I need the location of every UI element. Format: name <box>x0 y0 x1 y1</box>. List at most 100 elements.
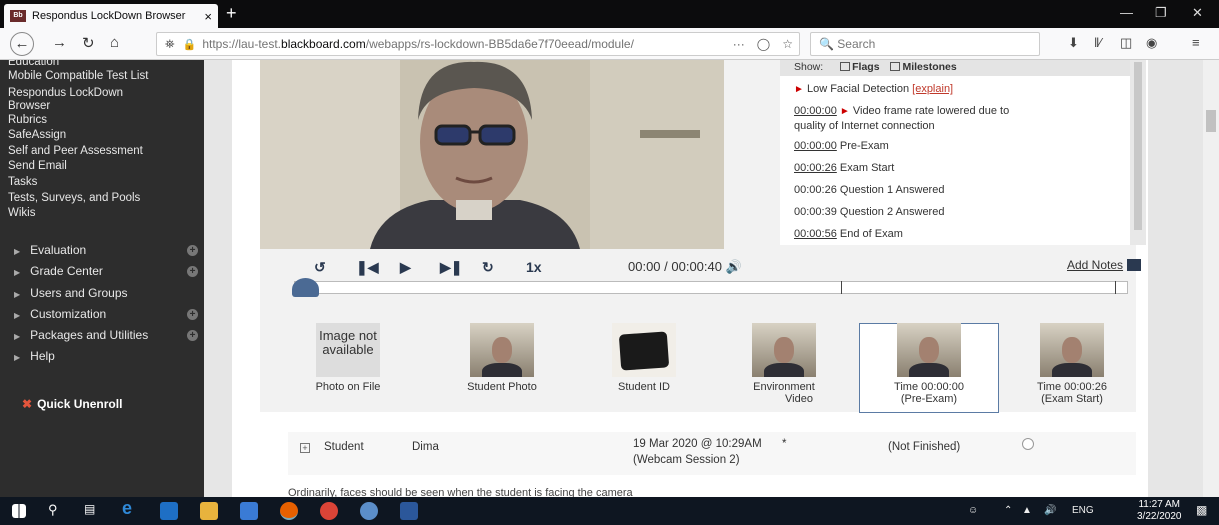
url-text: https://lau-test.blackboard.com/webapps/… <box>202 37 634 51</box>
tray-expand-icon[interactable]: ⌃ <box>1004 505 1012 516</box>
chrome-icon[interactable] <box>320 502 338 520</box>
reload-icon[interactable]: ↻ <box>82 34 95 52</box>
browser-tab-bar: Bb Respondus LockDown Browser × + — ❐ ✕ <box>0 0 1219 28</box>
thumbnail-student-photo[interactable]: Student Photo <box>442 323 562 415</box>
volume-icon[interactable]: 🔊 <box>726 259 742 274</box>
account-icon[interactable]: ◉ <box>1146 35 1157 51</box>
event-time-link[interactable]: 00:00:26 <box>794 162 837 174</box>
sidebar-section-users-groups[interactable]: ▶ Users and Groups <box>0 283 204 303</box>
pre-exam-image <box>897 323 961 377</box>
sidebar-section-packages[interactable]: ▶ Packages and Utilities + <box>0 325 204 345</box>
menu-hamburger-icon[interactable]: ≡ <box>1192 35 1200 50</box>
notifications-icon[interactable]: ▩ <box>1196 503 1207 517</box>
file-explorer-icon[interactable] <box>200 502 218 520</box>
page-actions-icon[interactable]: ··· <box>733 37 745 51</box>
page-scrollbar-thumb[interactable] <box>1206 110 1216 132</box>
add-icon[interactable]: + <box>187 330 198 341</box>
flags-scrollbar-thumb[interactable] <box>1134 62 1142 230</box>
lock-icon[interactable]: 🔒 <box>183 38 197 51</box>
windows-start-icon[interactable] <box>12 504 26 518</box>
thumbnail-label: Photo on File <box>315 381 381 393</box>
sidebar-link-tests-pools[interactable]: Tests, Surveys, and Pools <box>0 191 204 207</box>
sidebar-link-safeassign[interactable]: SafeAssign <box>0 128 204 144</box>
taskbar-clock[interactable]: 11:27 AM 3/22/2020 <box>1137 499 1182 523</box>
expand-arrow-icon: ▶ <box>14 290 21 299</box>
thumbnail-student-id[interactable]: Student ID <box>584 323 704 415</box>
thumbnail-exam-start[interactable]: Time 00:00:26 (Exam Start) <box>1012 323 1132 415</box>
sidebar-section-customization[interactable]: ▶ Customization + <box>0 304 204 324</box>
word-icon[interactable] <box>400 502 418 520</box>
back-arrow-icon[interactable]: ← <box>10 32 34 56</box>
sidebar-toggle-icon[interactable]: ◫ <box>1120 35 1132 51</box>
restore-button[interactable]: ❐ <box>1155 5 1167 21</box>
thumbnail-photo-on-file[interactable]: Image not available Photo on File <box>288 323 408 415</box>
thumbnail-environment-video[interactable]: Environment Video <box>724 323 844 415</box>
select-radio[interactable] <box>1022 438 1034 450</box>
sidebar-section-grade-center[interactable]: ▶ Grade Center + <box>0 261 204 281</box>
people-icon[interactable]: ☺ <box>968 505 978 516</box>
sidebar-link-tasks[interactable]: Tasks <box>0 175 204 191</box>
sidebar-link-send-email[interactable]: Send Email <box>0 159 204 175</box>
edge-icon[interactable]: e <box>122 498 140 518</box>
browser-tab[interactable]: Bb Respondus LockDown Browser × <box>4 4 218 28</box>
add-icon[interactable]: + <box>187 309 198 320</box>
shield-icon[interactable]: ⛯ <box>165 37 175 52</box>
playback-speed-button[interactable]: 1x <box>526 259 542 275</box>
close-window-button[interactable]: ✕ <box>1192 5 1203 21</box>
minimize-button[interactable]: — <box>1120 5 1133 20</box>
flags-scrollbar[interactable] <box>1130 60 1146 245</box>
sidebar-link-lockdown[interactable]: Respondus LockDown <box>0 87 204 100</box>
new-tab-button[interactable]: + <box>226 3 237 24</box>
add-notes-link[interactable]: Add Notes <box>1067 258 1142 272</box>
sidebar-link-mobile-tests[interactable]: Mobile Compatible Test List <box>0 69 204 85</box>
sidebar-link-lockdown-browser[interactable]: Browser <box>0 100 204 113</box>
tab-close-icon[interactable]: × <box>204 9 212 24</box>
skip-end-icon[interactable]: ▶❚ <box>440 259 463 276</box>
language-indicator[interactable]: ENG <box>1072 505 1094 516</box>
app-icon[interactable] <box>240 502 258 520</box>
timeline-track[interactable] <box>294 281 1128 294</box>
forward-arrow-icon[interactable]: → <box>52 34 67 51</box>
search-input[interactable]: 🔍 Search <box>810 32 1040 56</box>
pocket-icon[interactable]: ◯ <box>757 37 770 51</box>
webcam-video[interactable] <box>260 60 724 249</box>
home-icon[interactable]: ⌂ <box>110 34 119 51</box>
event-time-link[interactable]: 00:00:56 <box>794 228 837 240</box>
outlook-icon[interactable] <box>160 502 178 520</box>
task-view-icon[interactable]: ▤ <box>84 502 102 520</box>
event-time-link[interactable]: 00:00:00 <box>794 105 837 117</box>
sidebar-section-help[interactable]: ▶ Help <box>0 346 204 366</box>
event-time-link[interactable]: 00:00:00 <box>794 140 837 152</box>
quick-unenroll-link[interactable]: ✖ Quick Unenroll <box>22 397 122 411</box>
sidebar-section-evaluation[interactable]: ▶ Evaluation + <box>0 240 204 260</box>
search-icon[interactable]: ⚲ <box>48 502 66 520</box>
bookmark-star-icon[interactable]: ☆ <box>782 37 793 51</box>
add-icon[interactable]: + <box>187 245 198 256</box>
sidebar-link-education[interactable]: Education <box>0 60 204 69</box>
timeline-handle[interactable] <box>292 278 319 297</box>
forward-icon[interactable]: ↻ <box>482 259 494 276</box>
event-time: 00:00:39 <box>794 206 837 218</box>
milestones-checkbox[interactable] <box>890 62 901 71</box>
flags-label: Flags <box>852 61 880 73</box>
add-icon[interactable]: + <box>187 266 198 277</box>
sidebar-link-peer-assessment[interactable]: Self and Peer Assessment <box>0 144 204 160</box>
app-icon-2[interactable] <box>360 502 378 520</box>
sidebar-link-rubrics[interactable]: Rubrics <box>0 113 204 129</box>
skip-start-icon[interactable]: ❚◀ <box>356 259 379 276</box>
expand-row-icon[interactable]: + <box>300 443 310 453</box>
page-scrollbar[interactable] <box>1203 60 1219 497</box>
url-bar[interactable]: ⛯ 🔒 https://lau-test.blackboard.com/weba… <box>156 32 800 56</box>
flags-checkbox[interactable] <box>840 62 851 71</box>
explain-link[interactable]: [explain] <box>912 83 953 95</box>
thumbnail-pre-exam[interactable]: Time 00:00:00 (Pre-Exam) <box>869 323 989 415</box>
sidebar-link-wikis[interactable]: Wikis <box>0 206 204 222</box>
volume-tray-icon[interactable]: 🔊 <box>1044 505 1056 516</box>
replay-icon[interactable]: ↺ <box>314 259 326 276</box>
download-icon[interactable]: ⬇ <box>1068 35 1079 51</box>
network-icon[interactable]: ▲ <box>1022 505 1032 516</box>
library-icon[interactable]: ‖⁄ <box>1094 35 1102 50</box>
play-icon[interactable]: ▶ <box>400 259 411 276</box>
firefox-icon[interactable] <box>280 502 298 520</box>
student-role: Student <box>324 441 364 453</box>
